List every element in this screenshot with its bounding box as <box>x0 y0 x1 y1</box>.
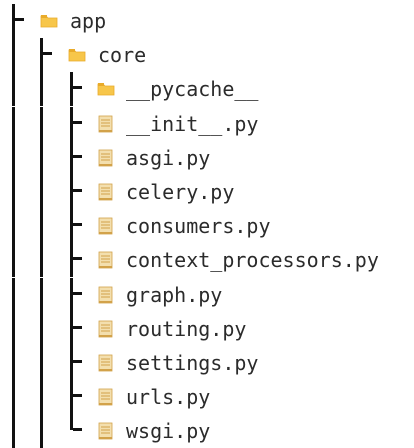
tree-item-file[interactable]: context_processors.py <box>0 243 414 278</box>
tree-branch-stub <box>73 86 82 90</box>
tree-item-file[interactable]: consumers.py <box>0 209 414 244</box>
tree-tee-line <box>12 4 15 38</box>
python-file-icon <box>97 251 115 269</box>
tree-branch-stub <box>73 120 82 124</box>
tree-guide-line <box>12 243 15 278</box>
tree-branch-stub <box>73 223 82 227</box>
tree-branch-stub <box>73 325 82 329</box>
tree-tee-line <box>40 38 43 73</box>
tree-item-label: wsgi.py <box>126 419 211 444</box>
tree-item-label: urls.py <box>126 385 211 410</box>
tree-branch-stub <box>43 52 52 56</box>
tree-item-folder[interactable]: app <box>0 4 414 38</box>
tree-tee-line <box>70 380 73 415</box>
tree-item-file[interactable]: graph.py <box>0 277 414 312</box>
python-file-icon <box>97 115 115 133</box>
file-tree: app core __pycache__ __init__.py asgi.py cele… <box>0 0 414 448</box>
tree-tee-line <box>70 175 73 209</box>
tree-tee-line <box>70 140 73 175</box>
tree-tee-line <box>70 72 73 107</box>
tree-guide-line <box>12 38 15 73</box>
python-file-icon <box>97 149 115 167</box>
tree-branch-stub <box>73 428 82 432</box>
tree-guide-line <box>40 311 43 346</box>
python-file-icon <box>97 286 115 304</box>
tree-item-label: settings.py <box>126 351 259 375</box>
tree-guide-line <box>12 380 15 415</box>
folder-icon <box>40 12 58 30</box>
tree-guide-line <box>12 106 15 141</box>
tree-item-label: asgi.py <box>126 145 211 170</box>
tree-guide-line <box>12 175 15 209</box>
tree-tee-line <box>70 209 73 244</box>
tree-guide-line <box>12 72 15 107</box>
tree-branch-stub <box>73 189 82 192</box>
tree-item-label: context_processors.py <box>126 248 379 273</box>
tree-branch-stub <box>15 18 24 21</box>
python-file-icon <box>97 354 115 372</box>
tree-item-label: consumers.py <box>126 214 271 239</box>
tree-branch-stub <box>73 291 82 295</box>
tree-guide-line <box>40 243 43 278</box>
tree-tee-line <box>70 277 73 312</box>
tree-tee-line <box>70 106 73 141</box>
python-file-icon <box>97 422 115 440</box>
tree-tee-line <box>70 346 73 380</box>
tree-item-label: __pycache__ <box>126 77 259 102</box>
tree-item-label: app <box>70 9 107 33</box>
tree-item-folder[interactable]: core <box>0 38 414 73</box>
tree-guide-line <box>40 209 43 244</box>
tree-guide-line <box>40 72 43 107</box>
tree-item-label: celery.py <box>126 180 235 204</box>
python-file-icon <box>97 388 115 406</box>
tree-guide-line <box>12 346 15 380</box>
tree-item-file[interactable]: __init__.py <box>0 106 414 141</box>
folder-icon <box>68 46 86 64</box>
tree-item-file[interactable]: asgi.py <box>0 140 414 175</box>
tree-guide-line <box>12 414 15 448</box>
tree-guide-line <box>40 277 43 312</box>
tree-guide-line <box>40 414 43 448</box>
tree-item-folder[interactable]: __pycache__ <box>0 72 414 107</box>
tree-guide-line <box>40 346 43 380</box>
tree-guide-line <box>12 140 15 175</box>
tree-guide-line <box>40 140 43 175</box>
tree-item-label: core <box>98 43 147 68</box>
python-file-icon <box>97 183 115 201</box>
tree-item-label: graph.py <box>126 282 223 307</box>
tree-item-label: routing.py <box>126 316 247 341</box>
tree-guide-line <box>12 209 15 244</box>
tree-branch-stub <box>73 394 82 398</box>
tree-item-label: __init__.py <box>126 111 259 136</box>
folder-icon <box>97 80 115 98</box>
python-file-icon <box>97 217 115 235</box>
tree-item-file[interactable]: urls.py <box>0 380 414 415</box>
tree-guide-line <box>40 106 43 141</box>
tree-guide-line <box>40 175 43 209</box>
tree-tee-line <box>70 311 73 346</box>
tree-guide-line <box>40 380 43 415</box>
tree-branch-stub <box>73 360 82 363</box>
tree-item-file[interactable]: settings.py <box>0 346 414 380</box>
tree-guide-line <box>12 311 15 346</box>
tree-item-file[interactable]: celery.py <box>0 175 414 209</box>
python-file-icon <box>97 320 115 338</box>
tree-branch-stub <box>73 154 82 158</box>
tree-tee-line <box>70 243 73 278</box>
tree-item-file[interactable]: wsgi.py <box>0 414 414 448</box>
tree-item-file[interactable]: routing.py <box>0 311 414 346</box>
tree-guide-line <box>12 277 15 312</box>
tree-branch-stub <box>73 257 82 261</box>
